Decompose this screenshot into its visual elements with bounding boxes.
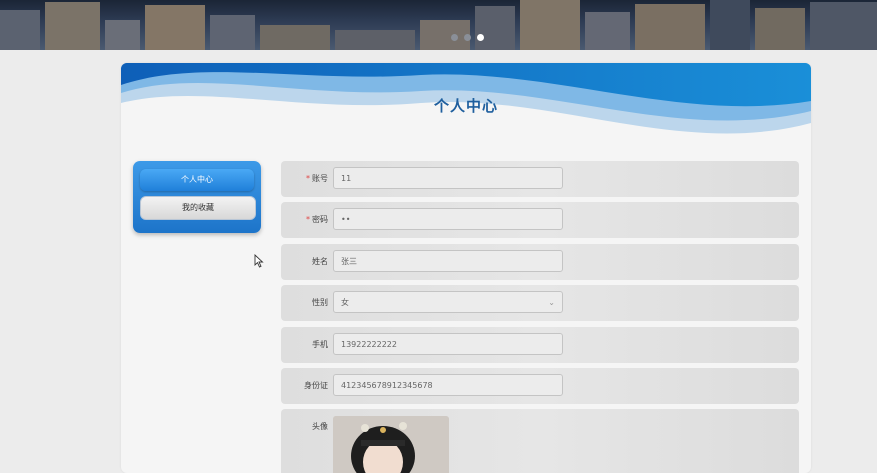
avatar-label: 头像 xyxy=(312,422,328,431)
carousel-dot[interactable] xyxy=(464,34,471,41)
carousel-dot-active[interactable] xyxy=(477,34,484,41)
phone-input[interactable]: 13922222222 xyxy=(333,333,563,355)
city-building xyxy=(45,2,100,50)
password-label: * 密码 xyxy=(306,215,328,224)
phone-label: 手机 xyxy=(312,340,328,349)
form-row-idcard: 身份证 412345678912345678 xyxy=(281,368,799,404)
city-building xyxy=(710,0,750,50)
menu-item-personal-center[interactable]: 个人中心 xyxy=(140,169,254,191)
city-building xyxy=(260,25,330,50)
personal-center-card: 个人中心 个人中心 我的收藏 * 账号 11 * 密码 •• 姓名 张三 性别 女 … xyxy=(121,63,811,473)
gender-label: 性别 xyxy=(312,298,328,307)
account-label: * 账号 xyxy=(306,174,328,183)
password-input[interactable]: •• xyxy=(333,208,563,230)
mouse-cursor-icon xyxy=(254,254,264,268)
carousel-indicators xyxy=(451,34,484,41)
header-banner xyxy=(0,0,877,50)
city-building xyxy=(810,2,877,50)
city-building xyxy=(585,12,630,50)
city-building xyxy=(335,30,415,50)
menu-item-my-favorites[interactable]: 我的收藏 xyxy=(140,196,256,220)
city-building xyxy=(105,20,140,50)
city-building xyxy=(520,0,580,50)
name-input[interactable]: 张三 xyxy=(333,250,563,272)
city-building xyxy=(0,10,40,50)
form-row-password: * 密码 •• xyxy=(281,202,799,238)
city-building xyxy=(475,6,515,50)
required-mark: * xyxy=(306,174,310,183)
idcard-label: 身份证 xyxy=(304,381,328,390)
form-row-account: * 账号 11 xyxy=(281,161,799,197)
carousel-dot[interactable] xyxy=(451,34,458,41)
side-menu: 个人中心 我的收藏 xyxy=(133,161,261,233)
form-row-name: 姓名 张三 xyxy=(281,244,799,280)
city-building xyxy=(755,8,805,50)
avatar-portrait xyxy=(333,416,449,473)
chevron-down-icon: ⌄ xyxy=(548,298,555,307)
form-row-gender: 性别 女 ⌄ xyxy=(281,285,799,321)
form-row-avatar: 头像 xyxy=(281,409,799,473)
account-input[interactable]: 11 xyxy=(333,167,563,189)
required-mark: * xyxy=(306,215,310,224)
city-building xyxy=(145,5,205,50)
idcard-input[interactable]: 412345678912345678 xyxy=(333,374,563,396)
page-title: 个人中心 xyxy=(433,97,498,115)
city-building xyxy=(635,4,705,50)
gender-selected-value: 女 xyxy=(341,298,349,307)
avatar-image[interactable] xyxy=(333,416,449,473)
gender-select[interactable]: 女 ⌄ xyxy=(333,291,563,313)
city-building xyxy=(210,15,255,50)
form-row-phone: 手机 13922222222 xyxy=(281,327,799,363)
name-label: 姓名 xyxy=(312,257,328,266)
